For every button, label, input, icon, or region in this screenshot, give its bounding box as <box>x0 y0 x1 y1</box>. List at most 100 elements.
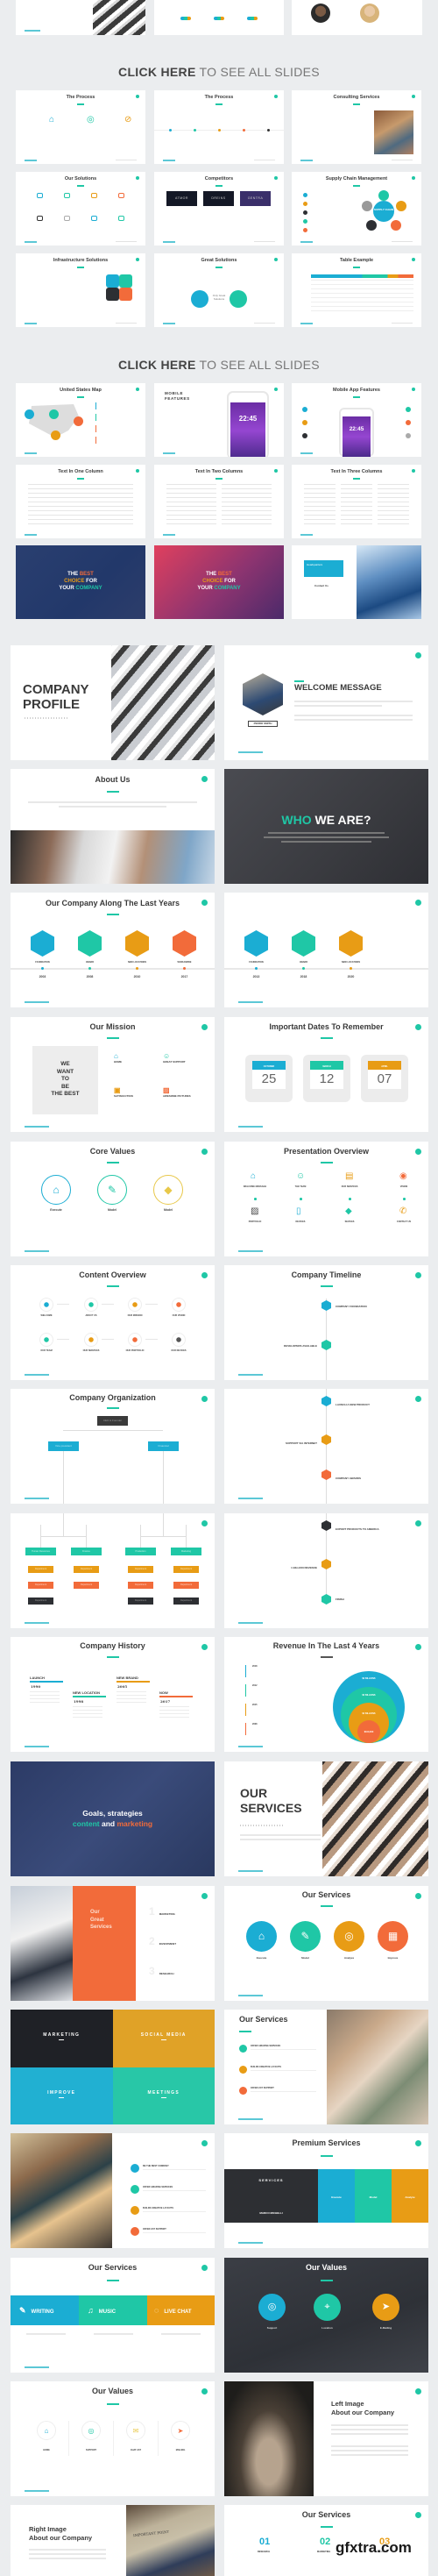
name-button[interactable]: PEDRO SMITH <box>248 721 278 727</box>
slide-title: Mobile App Features <box>333 388 380 393</box>
slide-goals[interactable]: Goals, strategies content and marketing <box>11 1761 215 1876</box>
value-circle: ⌖ <box>314 2294 341 2321</box>
year-value: 2020 <box>347 975 355 978</box>
slide-our-services-circles[interactable]: Our Services ⌂ Execute ✎ Model ◎ Analyze ▦ Impr… <box>224 1886 428 2001</box>
slide-thumb[interactable]: THE BEST CHOICE FOR YOUR COMPANY <box>16 545 145 619</box>
slide-thumb[interactable]: MOBILE FEATURES 22:45 <box>154 383 284 457</box>
slide-core-values[interactable]: Core Values ⌂ Execute ✎ Model ◆ Model <box>11 1142 215 1256</box>
text-line <box>378 523 409 524</box>
click-here-link[interactable]: CLICK HERE <box>118 65 196 79</box>
slide-thumb[interactable]: Competitors ATMOR DREINS GENTRA <box>154 172 284 246</box>
slide-presentation-overview[interactable]: Presentation Overview ⌂ WELCOME MESSAGE ▨ P… <box>224 1142 428 1256</box>
slide-thumb[interactable]: Consulting Services <box>292 90 421 164</box>
click-here-header[interactable]: CLICK HERE TO SEE ALL SLIDES <box>0 358 438 372</box>
supply-chain-bullet <box>303 219 307 224</box>
slide-thumb[interactable]: Great Solutions Only Great Solutions <box>154 253 284 327</box>
service-bullet <box>239 2045 247 2053</box>
slide-thumb[interactable]: Mobile App Features 22:45 <box>292 383 421 457</box>
slide-company-organization-2[interactable]: Human Resources Department Department Depar… <box>11 1513 215 1628</box>
slide-important-dates[interactable]: Important Dates To Remember OCTOBER 25 MAR… <box>224 1017 428 1132</box>
quad-tile[interactable]: SOCIAL MEDIA <box>112 2010 215 2067</box>
timeline-label: COMPANY AWARDS <box>336 1477 361 1480</box>
slide-thumb[interactable]: The Process ⌂ ◎ ⊘ <box>16 90 145 164</box>
slide-our-services-list[interactable]: Our Services OFFER AMAZING SERVICES BUILD… <box>224 2010 428 2124</box>
slide-thumb[interactable]: Text In Two Columns <box>154 465 284 538</box>
slide-left-image[interactable]: Left Image About our Company <box>224 2381 428 2496</box>
slide-company-timeline-2[interactable]: LAUNCH A NEW PRODUCT SUPPORT VIA INTERNE… <box>224 1389 428 1504</box>
click-here-link[interactable]: CLICK HERE <box>118 358 196 372</box>
service-tab-live-chat[interactable]: ◌ LIVE CHAT <box>147 2295 215 2325</box>
slide-services-photo-list[interactable]: BE THE BEST COMPANY OFFER AMAZING SERVICE… <box>11 2133 215 2248</box>
mission-item-label: HOME <box>114 1060 122 1064</box>
footer-line <box>25 2490 49 2492</box>
slide-title: Our Mission <box>89 1022 136 1031</box>
slide-company-profile[interactable]: COMPANY PROFILE <box>11 645 215 760</box>
slide-right-image[interactable]: Right Image About our Company IMPORTANT … <box>11 2505 215 2576</box>
slide-thumb[interactable]: Table Example <box>292 253 421 327</box>
slide-title: Supply Chain Management <box>325 176 388 181</box>
service-tab-writing[interactable]: ✎ WRITING <box>11 2295 79 2325</box>
slide-quad-tiles[interactable]: MARKETING SOCIAL MEDIA IMPROVE MEETINGS <box>11 2010 215 2124</box>
services-cover-title: OUR SERVICES <box>240 1786 302 1816</box>
slide-services-tabs[interactable]: Our Services ✎ WRITING ♫ MUSIC ◌ LIVE CHAT <box>11 2258 215 2373</box>
slide-company-years-2[interactable]: FOUNDATION 2013 AWARD 2018 NEW LOCATIONS 2020 <box>224 893 428 1007</box>
best-choice-word: THE <box>67 572 80 577</box>
year-dot <box>255 967 258 970</box>
service-circle-label: Execute <box>256 1956 267 1960</box>
text-line <box>30 1698 60 1699</box>
page-badge <box>274 258 278 261</box>
service-tab-music[interactable]: ♫ MUSIC <box>79 2295 147 2325</box>
quad-tile[interactable]: MEETINGS <box>112 2067 215 2124</box>
slide-thumb[interactable]: Text In One Column <box>16 465 145 538</box>
slide-who-we-are[interactable]: WHO WE ARE? <box>224 769 428 884</box>
phone-clock: 22:45 <box>238 415 258 423</box>
footer-right-line <box>392 323 413 324</box>
slide-our-values-dark[interactable]: Our Values ◎ Support ⌖ Location ➤ E-Mailing <box>224 2258 428 2373</box>
year-value: 2003 <box>39 975 46 978</box>
text-line <box>73 1706 102 1707</box>
slide-our-mission[interactable]: Our Mission WE WANT TO BE THE BEST ⌂ HOME… <box>11 1017 215 1132</box>
mission-item-label: SATISFACTION <box>114 1094 133 1098</box>
slide-company-organization[interactable]: Company Organization CEO & Founder Vice … <box>11 1389 215 1504</box>
slide-partial-2[interactable] <box>154 0 284 35</box>
slide-thumb[interactable]: Supply Chain Management SUPPLY CHAIN <box>292 172 421 246</box>
header-suffix: TO SEE ALL SLIDES <box>195 358 320 372</box>
slide-thumb[interactable]: Infrastructure Solutions <box>16 253 145 327</box>
page-badge <box>415 1396 421 1402</box>
slide-our-services-cover[interactable]: OUR SERVICES <box>224 1761 428 1876</box>
slide-premium-services[interactable]: Premium Services SERVICES MARCO MICHELLI… <box>224 2133 428 2248</box>
slide-company-timeline[interactable]: Company Timeline COMPANY FOUNDATION DEVE… <box>224 1265 428 1380</box>
slide-revenue-chart[interactable]: Revenue In The Last 4 Years 2018 2012 2015… <box>224 1637 428 1752</box>
slide-about-us[interactable]: About Us <box>11 769 215 884</box>
slide-company-years[interactable]: Our Company Along The Last Years FOUNDAT… <box>11 893 215 1007</box>
slide-thumb[interactable]: THE BEST CHOICE FOR YOUR COMPANY <box>154 545 284 619</box>
slide-thumb[interactable]: The Process <box>154 90 284 164</box>
quad-tile[interactable]: IMPROVE <box>11 2067 113 2124</box>
slide-partial-1[interactable] <box>16 0 145 35</box>
slide-thumb[interactable]: United States Map <box>16 383 145 457</box>
page-badge <box>201 2265 208 2271</box>
mission-item-label: AWESOME PICTURES <box>163 1094 191 1098</box>
slide-company-timeline-3[interactable]: EXPORT PRODUCTS TO AMERICA 1 BILLION REV… <box>224 1513 428 1628</box>
text-line <box>251 2049 316 2050</box>
service-bullet <box>239 2066 247 2074</box>
content-connector <box>145 1304 158 1305</box>
footer-line <box>163 160 175 161</box>
slide-great-services[interactable]: Our Great Services 1 MARKETING 2 INVESTMEN… <box>11 1886 215 2001</box>
text-line <box>26 2333 66 2335</box>
quad-tile[interactable]: MARKETING <box>11 2010 113 2067</box>
slide-welcome-message[interactable]: PEDRO SMITH WELCOME MESSAGE <box>224 645 428 760</box>
title-underline <box>353 478 360 480</box>
slide-thumb[interactable]: Headquarters Contact Us <box>292 545 421 619</box>
click-here-header[interactable]: CLICK HERE TO SEE ALL SLIDES <box>0 65 438 79</box>
text-line <box>331 2433 408 2435</box>
slide-our-values[interactable]: Our Values ⌂ HOME ◎ SUPPORT ✉ CHAT 24/7 ➤ MAILI… <box>11 2381 215 2496</box>
text-line <box>304 493 336 494</box>
slide-thumb[interactable]: Our Solutions <box>16 172 145 246</box>
slide-company-history[interactable]: Company History LAUNCH 1990 NEW LOCATION 19… <box>11 1637 215 1752</box>
phone-clock: 22:45 <box>349 426 364 432</box>
slide-partial-3[interactable] <box>292 0 422 35</box>
slide-thumb[interactable]: Text In Three Columns <box>292 465 421 538</box>
text-line <box>159 1710 189 1711</box>
slide-content-overview[interactable]: Content Overview WELCOME ABOUT US OUR MISS… <box>11 1265 215 1380</box>
